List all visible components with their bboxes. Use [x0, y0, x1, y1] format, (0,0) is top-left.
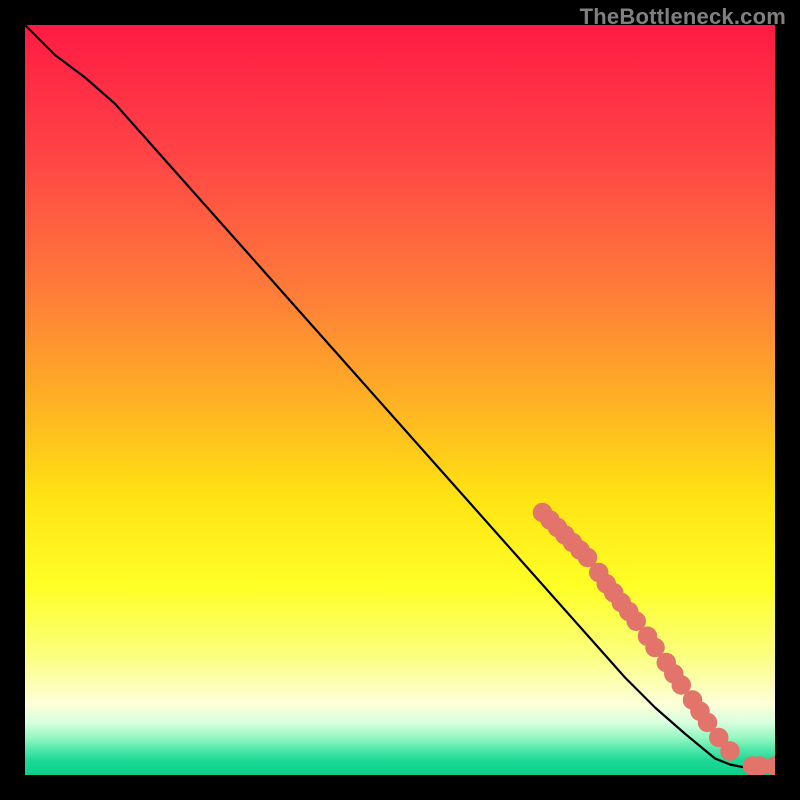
plot-area: [25, 25, 775, 775]
chart-stage: TheBottleneck.com: [0, 0, 800, 800]
plot-svg: [25, 25, 775, 775]
watermark-text: TheBottleneck.com: [580, 4, 786, 30]
curve-marker: [720, 741, 740, 761]
